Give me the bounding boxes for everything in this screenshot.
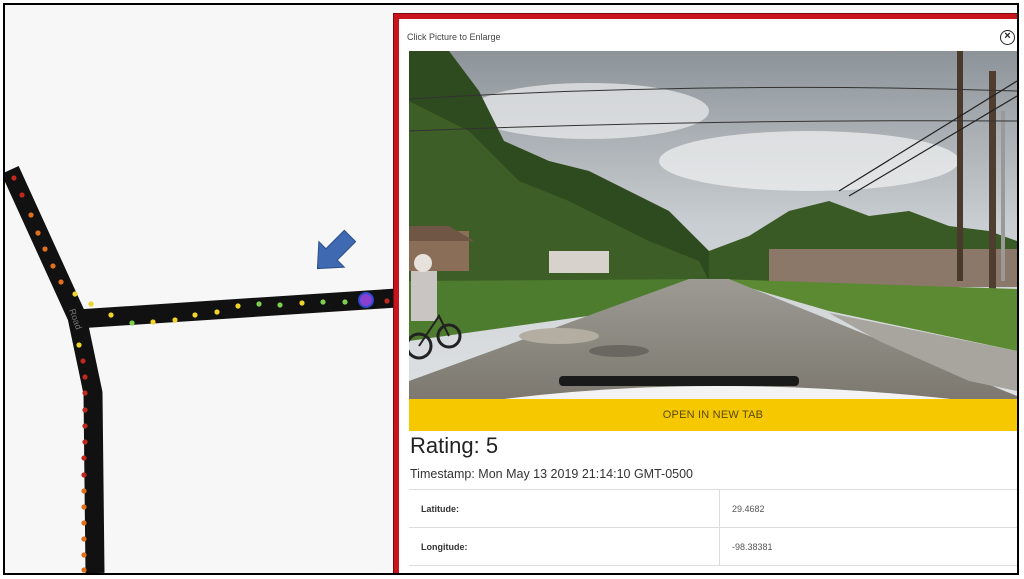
location-details-table: Latitude: 29.4682 Longitude: -98.38381 [409,489,1017,566]
close-icon[interactable]: × [1000,30,1015,45]
longitude-label: Longitude: [409,527,720,566]
open-in-new-tab-button[interactable]: OPEN IN NEW TAB [409,399,1017,431]
arrow-down-right-icon [316,229,357,270]
street-photo[interactable] [409,51,1017,401]
app-frame: Road Click Picture to Enlarge × OPEN IN … [3,3,1019,575]
latitude-value: 29.4682 [719,489,1017,528]
location-popup: Click Picture to Enlarge × OPEN IN NEW T… [393,13,1017,573]
latitude-label: Latitude: [409,489,720,528]
table-row: Longitude: -98.38381 [409,527,1017,566]
road-map[interactable]: Road [5,5,397,573]
selected-marker[interactable] [358,292,374,308]
rating-text: Rating: 5 [410,433,499,458]
table-row: Latitude: 29.4682 [409,489,1017,528]
enlarge-hint: Click Picture to Enlarge [407,32,501,42]
longitude-value: -98.38381 [719,527,1017,566]
road-horizontal[interactable] [76,288,397,329]
road-vertical[interactable] [5,166,105,573]
timestamp-text: Timestamp: Mon May 13 2019 21:14:10 GMT-… [410,467,694,481]
